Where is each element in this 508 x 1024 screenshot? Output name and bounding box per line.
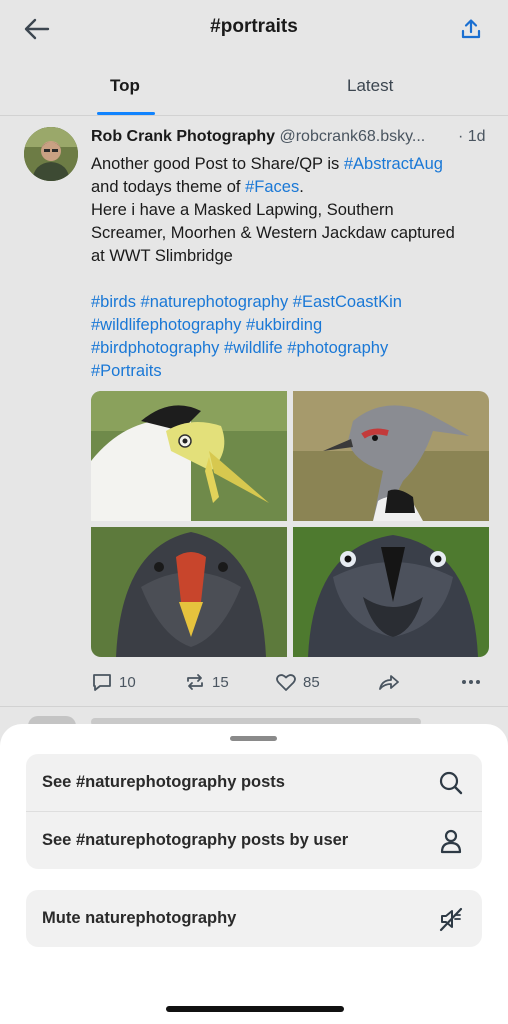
text-punct: .	[299, 178, 304, 196]
more-dots-icon	[462, 680, 480, 684]
sheet-group-navigate: See #naturephotography posts See #nature…	[26, 754, 482, 869]
menu-item-label: Mute naturephotography	[42, 909, 237, 927]
text-line: and todays theme of	[91, 178, 246, 196]
sheet-group-mute: Mute naturephotography	[26, 890, 482, 947]
share-post-button[interactable]	[377, 671, 401, 693]
moorhen-photo[interactable]	[91, 527, 287, 657]
mute-hashtag-item[interactable]: Mute naturephotography	[26, 890, 482, 947]
feed-tabs: Top Latest	[0, 66, 508, 116]
text-line: Another good Post to Share/QP is	[91, 155, 344, 173]
hashtag-line[interactable]: #birds #naturephotography #EastCoastKin	[91, 291, 491, 314]
home-indicator[interactable]	[166, 1006, 344, 1012]
like-button[interactable]: 85	[275, 671, 320, 693]
southern-screamer-photo[interactable]	[293, 391, 489, 521]
author-name[interactable]: Rob Crank Photography	[91, 128, 275, 145]
post-card[interactable]: Rob Crank Photography @robcrank68.bsky..…	[0, 117, 508, 707]
reply-icon	[93, 674, 111, 691]
repost-count: 15	[212, 673, 229, 691]
reply-count: 10	[119, 673, 136, 691]
forward-share-icon	[379, 675, 399, 690]
see-hashtag-posts-by-user-item[interactable]: See #naturephotography posts by user	[26, 811, 482, 869]
more-options-button[interactable]	[459, 671, 483, 693]
hashtag-link[interactable]: #AbstractAug	[344, 155, 443, 173]
hashtag-options-sheet: See #naturephotography posts See #nature…	[0, 724, 508, 1024]
masked-lapwing-photo[interactable]	[91, 391, 287, 521]
header: #portraits	[0, 0, 508, 58]
share-upload-icon	[461, 19, 481, 39]
post-header: Rob Crank Photography @robcrank68.bsky..…	[91, 128, 491, 146]
text-line: Here i have a Masked Lapwing, Southern	[91, 201, 394, 219]
like-count: 85	[303, 673, 320, 691]
mute-icon	[438, 906, 464, 932]
post-timestamp: · 1d	[458, 128, 486, 145]
page-title: #portraits	[210, 16, 298, 37]
menu-item-label: See #naturephotography posts by user	[42, 831, 349, 849]
user-icon	[438, 828, 464, 854]
hashtag-link[interactable]: #Faces	[245, 178, 299, 196]
author-handle[interactable]: @robcrank68.bsky...	[279, 128, 425, 145]
reply-button[interactable]: 10	[91, 671, 136, 693]
see-hashtag-posts-item[interactable]: See #naturephotography posts	[26, 754, 482, 811]
image-grid	[91, 391, 489, 657]
avatar[interactable]	[24, 127, 78, 181]
tab-top[interactable]: Top	[110, 76, 140, 96]
post-actions: 10 15 85	[91, 671, 491, 695]
repost-button[interactable]: 15	[184, 671, 229, 693]
hashtag-line[interactable]: #Portraits	[91, 360, 491, 383]
text-line: at WWT Slimbridge	[91, 247, 233, 265]
hashtag-line[interactable]: #wildlifephotography #ukbirding	[91, 314, 491, 337]
text-line: Screamer, Moorhen & Western Jackdaw capt…	[91, 224, 455, 242]
menu-item-label: See #naturephotography posts	[42, 773, 285, 791]
western-jackdaw-photo[interactable]	[293, 527, 489, 657]
post-text: Another good Post to Share/QP is #Abstra…	[91, 153, 491, 383]
active-tab-indicator	[97, 112, 155, 115]
share-button[interactable]	[456, 14, 486, 44]
avatar-photo	[24, 127, 78, 181]
tab-latest[interactable]: Latest	[347, 76, 393, 96]
hashtag-line[interactable]: #birdphotography #wildlife #photography	[91, 337, 491, 360]
search-icon	[438, 770, 464, 796]
repost-icon	[187, 674, 203, 690]
heart-icon	[276, 674, 296, 691]
sheet-drag-handle[interactable]	[230, 736, 277, 741]
